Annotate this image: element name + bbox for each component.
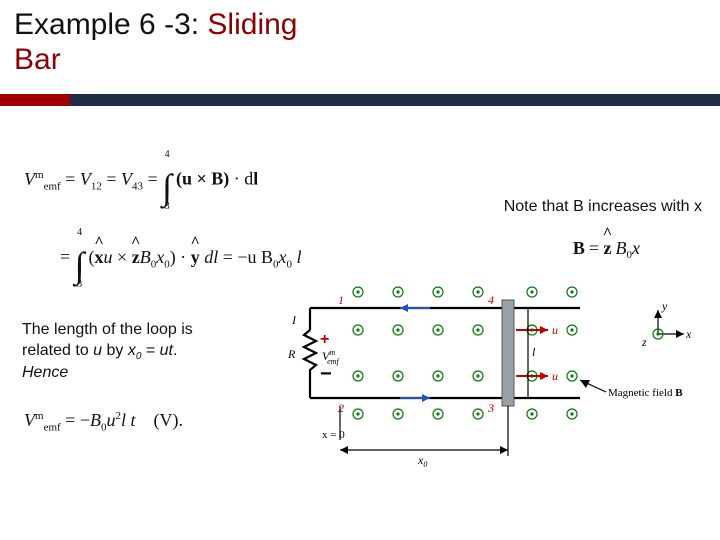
equation-integral-expanded: = 4 ∫ 3 (xu × zB0x0) · y dl = −u B0x0 l [60,228,302,290]
note-b-increases: Note that B increases with x [504,198,702,216]
svg-text:z: z [641,335,647,349]
equation-vemf-integral: Vmemf = V12 = V43 = 4 ∫ 3 (u × B) · dl [24,150,258,212]
label-magfield: Magnetic field B [608,387,683,399]
label-l: l [532,345,536,359]
node-2: 2 [338,401,344,415]
label-u-top: u [552,323,558,337]
velocity-arrow-top [516,326,548,334]
title-prefix: Example 6 -3: [14,8,207,41]
current-arrow-top [400,304,430,312]
plus-icon: + [320,331,329,348]
current-arrow-bottom [400,394,430,402]
title-rule [0,94,720,106]
sliding-bar-diagram: u u 1 2 3 4 I R + − Vmemf [280,280,710,480]
equation-vemf-result: Vmemf = −B0u2l t (V). [24,410,183,434]
label-I: I [291,313,297,327]
label-R: R [287,347,296,361]
slide: Example 6 -3: Sliding Bar Vmemf = V12 = … [0,0,720,540]
minus-icon: − [320,363,332,385]
node-4: 4 [488,293,494,307]
equation-b-field: B = z B0x [573,238,640,261]
node-3: 3 [487,401,494,415]
title-accent: Sliding [207,8,297,41]
label-u-bot: u [552,369,558,383]
caption-loop-length: The length of the loop is related to u b… [22,320,252,384]
axes-icon: y x z [641,299,692,349]
field-dots [353,287,577,419]
svg-text:x: x [685,327,692,341]
label-x0: x0 [417,453,427,469]
svg-text:y: y [661,299,668,313]
node-1: 1 [338,293,344,307]
label-x0-origin: x = 0 [322,429,345,441]
slide-title: Example 6 -3: Sliding Bar [14,8,297,77]
title-suffix: Bar [14,43,61,76]
velocity-arrow-bottom [516,372,548,380]
title-rule-accent [0,94,70,106]
